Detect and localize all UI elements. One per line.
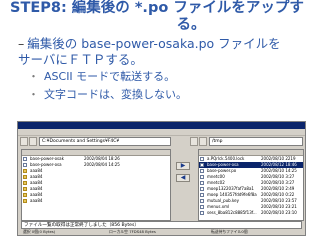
file-icon <box>200 211 204 215</box>
status-mid: ローカル空 7FDS48 Bytes <box>109 229 156 234</box>
remote-path-field[interactable]: /tmp <box>209 137 303 146</box>
local-path-field[interactable]: C:¥Documents and Settings¥F4C¥ <box>39 137 171 146</box>
status-left: 選択 0個(0 Bytes) <box>23 229 56 234</box>
folder-icon <box>23 199 27 203</box>
file-icon <box>200 187 204 191</box>
slide-title: STEP8: 編集後の *.po ファイルをアップす る。 <box>10 0 312 34</box>
folder-icon <box>23 181 27 185</box>
refresh-icon[interactable] <box>199 137 207 146</box>
status-bar: 選択 0個(0 Bytes) ローカル空 7FDS48 Bytes 転送待ちファ… <box>21 229 302 235</box>
folder-icon <box>23 193 27 197</box>
file-row[interactable]: sess_8ba812c8885f13f... 2002/08/10 23:10 <box>199 210 303 216</box>
slide-title-line1: STEP8: 編集後の *.po ファイルをアップす <box>10 0 304 16</box>
file-name: aaa84 <box>30 198 43 203</box>
file-icon <box>200 175 204 179</box>
remote-file-list[interactable]: a.PQrlck.5400.lock 2002/08/10 2219 base-po… <box>198 149 304 221</box>
file-icon <box>200 169 204 173</box>
folder-icon <box>23 175 27 179</box>
sub-bullet-ascii: ・ ASCII モードで転送する。 <box>28 70 175 84</box>
sub-bullet-encoding-text: 文字コードは、変換しない。 <box>44 88 187 101</box>
file-date: 2002/08/10 23:10 <box>261 210 297 215</box>
file-name: sess_8ba812c8885f13f... <box>207 210 257 215</box>
folder-icon <box>23 187 27 191</box>
file-icon <box>23 157 27 161</box>
file-icon <box>200 157 204 161</box>
ftp-client-window: C:¥Documents and Settings¥F4C¥ /tmp base… <box>17 121 306 236</box>
bullet-dash: – <box>18 36 25 51</box>
upload-button[interactable]: ▶ <box>176 162 190 170</box>
file-icon <box>200 163 204 167</box>
folder-up-icon[interactable] <box>20 137 28 146</box>
refresh-icon[interactable] <box>29 137 37 146</box>
folder-up-icon[interactable] <box>190 137 198 146</box>
log-message: ファイル一覧の取得は正常終了しました（856 Bytes） <box>21 221 302 229</box>
download-button[interactable]: ◀ <box>176 174 190 182</box>
file-icon <box>200 205 204 209</box>
path-toolbar: C:¥Documents and Settings¥F4C¥ /tmp <box>20 137 303 146</box>
bullet-text-b: ファイルを <box>214 36 281 51</box>
file-icon <box>200 199 204 203</box>
bullet-filename: base-power-osaka.po <box>81 36 215 51</box>
sub-bullet-ascii-text: ASCII モードで転送する。 <box>44 70 176 83</box>
file-row[interactable]: aaa84 <box>22 198 170 204</box>
bullet-text-a: 編集後の <box>27 36 82 51</box>
file-icon <box>200 181 204 185</box>
sub-bullet-encoding: ・文字コードは、変換しない。 <box>28 88 187 102</box>
slide-title-line2: る。 <box>176 17 206 33</box>
status-right: 転送待ちファイル0個 <box>211 229 248 234</box>
file-icon <box>23 163 27 167</box>
menu-bar[interactable] <box>18 129 305 136</box>
main-bullet: – 編集後の base-power-osaka.po ファイルを サーバにＦＴＰす… <box>18 36 308 68</box>
bullet-text-line2: サーバにＦＴＰする。 <box>18 52 143 67</box>
window-titlebar[interactable] <box>18 122 305 129</box>
sub-bullet-dot: ・ <box>28 70 39 83</box>
sub-bullet-dot: ・ <box>28 88 39 101</box>
local-file-list[interactable]: base-power-osak 2002/08/04 18:26 base-powe… <box>21 149 171 221</box>
file-icon <box>200 193 204 197</box>
transfer-buttons: ▶ ◀ <box>173 162 193 186</box>
folder-icon <box>23 169 27 173</box>
